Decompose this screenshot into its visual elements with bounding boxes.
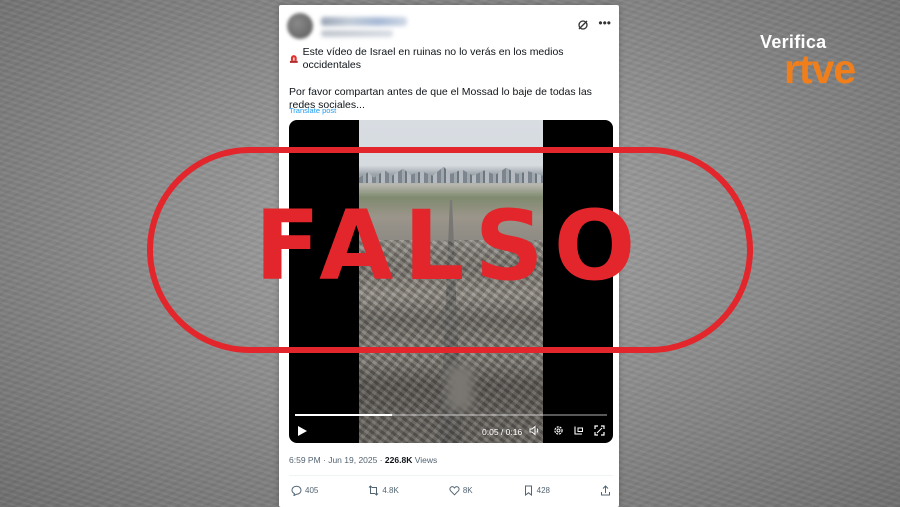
- bookmark-count: 428: [536, 485, 550, 495]
- tweet-line-1: Este vídeo de Israel en ruinas no lo ver…: [302, 46, 564, 71]
- pip-icon[interactable]: [573, 425, 584, 436]
- timestamp[interactable]: 6:59 PM · Jun 19, 2025 ·: [289, 455, 385, 465]
- share-icon: [600, 484, 610, 495]
- tweet-header: •••: [287, 13, 611, 41]
- siren-icon: [289, 55, 298, 63]
- more-icon[interactable]: •••: [598, 16, 611, 30]
- blurred-display-name: [321, 17, 407, 26]
- play-icon[interactable]: [298, 426, 307, 436]
- divider: [289, 475, 613, 476]
- repost-icon: [369, 484, 379, 496]
- blurred-region: [447, 366, 474, 410]
- logo-rtve-text: rtve: [784, 46, 856, 92]
- tweet-line-2: Por favor compartan antes de que el Moss…: [289, 86, 592, 111]
- views-count: 226.8K: [384, 455, 413, 465]
- volume-icon[interactable]: [529, 425, 540, 436]
- tweet-meta: 6:59 PM · Jun 19, 2025 · 226.8K Views: [289, 455, 437, 465]
- tweet-text: Este vídeo de Israel en ruinas no lo ver…: [289, 46, 613, 112]
- fullscreen-icon[interactable]: [594, 425, 605, 436]
- bookmark-button[interactable]: 428: [523, 485, 550, 496]
- reply-button[interactable]: 405: [291, 485, 318, 496]
- repost-count: 4.8K: [382, 485, 399, 495]
- like-count: 8K: [462, 485, 473, 495]
- video-progress-bar[interactable]: [295, 414, 607, 416]
- like-icon: [449, 485, 460, 496]
- video-progress-fill: [295, 414, 392, 416]
- share-button[interactable]: [600, 484, 611, 496]
- avatar[interactable]: [287, 13, 313, 39]
- verifica-rtve-logo: Verifica rtve: [760, 32, 872, 104]
- views-label: Views: [414, 455, 438, 465]
- action-bar: 405 4.8K 8K 428: [291, 483, 611, 497]
- like-button[interactable]: 8K: [449, 485, 473, 496]
- grok-icon[interactable]: [577, 19, 589, 31]
- blurred-handle: [321, 30, 393, 37]
- falso-stamp: FALSO: [147, 147, 753, 353]
- reply-icon: [291, 485, 302, 496]
- translate-link[interactable]: Translate post: [289, 106, 336, 115]
- stamp-text: FALSO: [254, 190, 646, 302]
- bookmark-icon: [524, 485, 532, 496]
- video-time: 0:05 / 0:16: [482, 427, 523, 437]
- reply-count: 405: [305, 485, 319, 495]
- repost-button[interactable]: 4.8K: [368, 484, 399, 496]
- settings-icon[interactable]: [553, 425, 564, 436]
